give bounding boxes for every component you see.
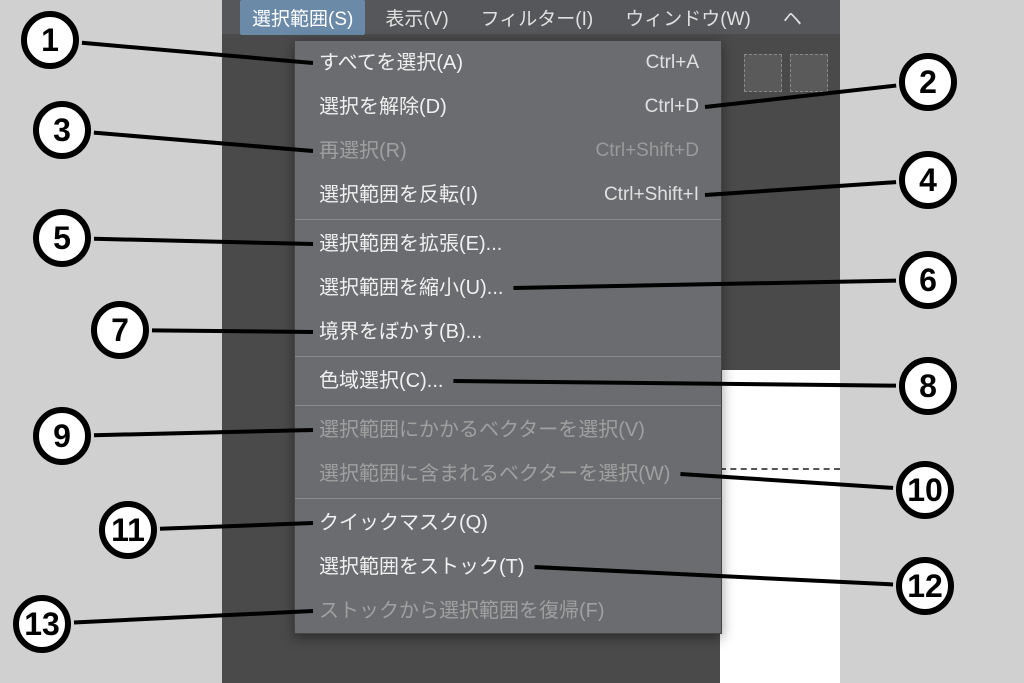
menu-item-label: 選択を解除(D) bbox=[319, 93, 447, 121]
menu-separator bbox=[295, 356, 721, 357]
menu-item[interactable]: 選択範囲を反転(I) Ctrl+Shift+I bbox=[295, 173, 721, 217]
toolbar-icons bbox=[744, 54, 828, 92]
menu-separator bbox=[295, 219, 721, 220]
menu-item-label: クイックマスク(Q) bbox=[319, 509, 488, 537]
menu-item-label: ストックから選択範囲を復帰(F) bbox=[319, 597, 605, 625]
menu-item-label: 選択範囲をストック(T) bbox=[319, 553, 525, 581]
callout-badge: 8 bbox=[899, 357, 957, 415]
menu-item-shortcut: Ctrl+A bbox=[646, 50, 699, 77]
callout-badge: 5 bbox=[33, 209, 91, 267]
menubar-item[interactable]: ヘ bbox=[771, 0, 814, 35]
callout-badge: 1 bbox=[21, 11, 79, 69]
menu-item-label: 選択範囲を拡張(E)... bbox=[319, 230, 502, 258]
callout-badge: 9 bbox=[33, 407, 91, 465]
selection-menu-dropdown: すべてを選択(A) Ctrl+A 選択を解除(D) Ctrl+D 再選択(R) Ctrl+… bbox=[294, 40, 722, 634]
callout-badge: 6 bbox=[899, 251, 957, 309]
canvas-area bbox=[720, 370, 840, 683]
menu-item-shortcut: Ctrl+Shift+I bbox=[604, 182, 699, 209]
menu-item-label: 選択範囲に含まれるベクターを選択(W) bbox=[319, 460, 670, 488]
crop-icon[interactable] bbox=[744, 54, 782, 92]
menu-item-shortcut: Ctrl+D bbox=[645, 94, 699, 121]
menubar-item[interactable]: ウィンドウ(W) bbox=[613, 0, 763, 35]
callout-badge: 4 bbox=[899, 151, 957, 209]
menu-separator bbox=[295, 498, 721, 499]
menu-item: 選択範囲にかかるベクターを選択(V) bbox=[295, 408, 721, 452]
menu-item[interactable]: 選択範囲を縮小(U)... bbox=[295, 266, 721, 310]
menu-item: ストックから選択範囲を復帰(F) bbox=[295, 589, 721, 633]
selection-icon[interactable] bbox=[790, 54, 828, 92]
menu-item-label: 再選択(R) bbox=[319, 137, 407, 165]
menu-item: 選択範囲に含まれるベクターを選択(W) bbox=[295, 452, 721, 496]
menu-item-label: 選択範囲を縮小(U)... bbox=[319, 274, 503, 302]
menu-item[interactable]: 色域選択(C)... bbox=[295, 359, 721, 403]
menu-item[interactable]: 選択を解除(D) Ctrl+D bbox=[295, 85, 721, 129]
callout-badge: 2 bbox=[899, 53, 957, 111]
menu-separator bbox=[295, 405, 721, 406]
callout-badge: 11 bbox=[99, 501, 157, 559]
menu-item-label: 選択範囲にかかるベクターを選択(V) bbox=[319, 416, 645, 444]
menubar: 選択範囲(S)表示(V) フィルター(I)ウィンドウ(W)ヘ bbox=[222, 0, 840, 34]
menu-item[interactable]: 選択範囲をストック(T) bbox=[295, 545, 721, 589]
menu-item: 再選択(R) Ctrl+Shift+D bbox=[295, 129, 721, 173]
menu-item-label: すべてを選択(A) bbox=[319, 49, 463, 77]
callout-badge: 13 bbox=[13, 595, 71, 653]
menu-item-label: 選択範囲を反転(I) bbox=[319, 181, 478, 209]
menu-item[interactable]: 境界をぼかす(B)... bbox=[295, 310, 721, 354]
callout-badge: 3 bbox=[33, 101, 91, 159]
menu-item-label: 色域選択(C)... bbox=[319, 367, 443, 395]
menubar-item[interactable]: 選択範囲(S) bbox=[240, 0, 365, 35]
menu-item[interactable]: 選択範囲を拡張(E)... bbox=[295, 222, 721, 266]
selection-marquee bbox=[720, 468, 840, 470]
callout-badge: 12 bbox=[896, 557, 954, 615]
menubar-item[interactable]: フィルター(I) bbox=[469, 0, 606, 35]
menu-item[interactable]: クイックマスク(Q) bbox=[295, 501, 721, 545]
menubar-item[interactable]: 表示(V) bbox=[373, 0, 460, 35]
menu-item-label: 境界をぼかす(B)... bbox=[319, 318, 482, 346]
callout-badge: 7 bbox=[91, 301, 149, 359]
menu-item[interactable]: すべてを選択(A) Ctrl+A bbox=[295, 41, 721, 85]
menu-item-shortcut: Ctrl+Shift+D bbox=[596, 138, 699, 165]
callout-badge: 10 bbox=[896, 461, 954, 519]
